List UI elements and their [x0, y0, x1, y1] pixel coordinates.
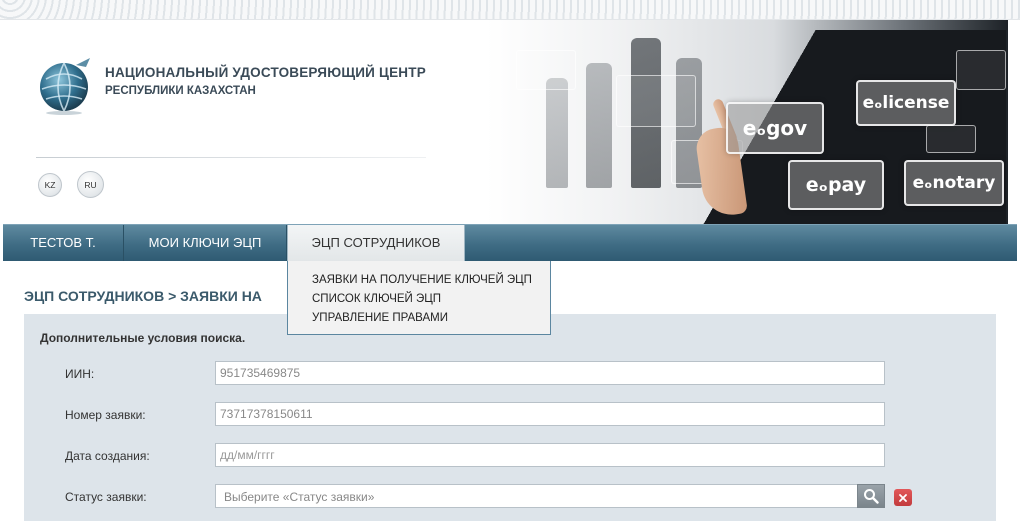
request-no-label: Номер заявки: — [65, 408, 146, 422]
search-icon — [864, 489, 879, 504]
created-date-input[interactable] — [215, 443, 885, 467]
status-search-button[interactable] — [857, 484, 885, 508]
main-nav: ТЕСТОВ Т. МОИ КЛЮЧИ ЭЦП ЭЦП СОТРУДНИКОВ — [3, 224, 1017, 262]
enotary-screen: eₒnotary — [904, 160, 1004, 206]
dropdown-item-key-list[interactable]: СПИСОК КЛЮЧЕЙ ЭЦП — [288, 290, 550, 309]
banner-panel — [956, 50, 1006, 90]
lang-ru-button[interactable]: RU — [77, 171, 104, 198]
created-date-label: Дата создания: — [65, 449, 150, 463]
org-subtitle: РЕСПУБЛИКИ КАЗАХСТАН — [105, 85, 256, 97]
header-divider — [36, 157, 426, 158]
dropdown-item-requests[interactable]: ЗАЯВКИ НА ПОЛУЧЕНИЕ КЛЮЧЕЙ ЭЦП — [288, 271, 550, 290]
panel-title: Дополнительные условия поиска. — [40, 331, 246, 345]
iin-input[interactable] — [215, 361, 885, 385]
request-no-input[interactable] — [215, 402, 885, 426]
epay-screen: eₒpay — [788, 160, 884, 210]
status-clear-button[interactable] — [894, 489, 912, 506]
banner-panel — [516, 50, 576, 90]
close-icon — [899, 493, 907, 502]
nav-user[interactable]: ТЕСТОВ Т. — [3, 225, 124, 261]
globe-logo-icon — [40, 58, 90, 115]
banner-person — [546, 78, 568, 188]
nav-staff-keys[interactable]: ЭЦП СОТРУДНИКОВ — [287, 225, 465, 262]
lang-kz-button[interactable]: KZ — [38, 173, 62, 197]
header: НАЦИОНАЛЬНЫЙ УДОСТОВЕРЯЮЩИЙ ЦЕНТР РЕСПУБ… — [3, 20, 1017, 224]
dropdown-item-rights[interactable]: УПРАВЛЕНИЕ ПРАВАМИ — [288, 309, 550, 328]
status-select[interactable]: Выберите «Статус заявки» — [215, 484, 885, 508]
status-label: Статус заявки: — [65, 490, 147, 504]
egov-banner: eₒgov eₒlicense eₒpay eₒnotary — [486, 20, 1008, 224]
staff-keys-dropdown: ЗАЯВКИ НА ПОЛУЧЕНИЕ КЛЮЧЕЙ ЭЦП СПИСОК КЛ… — [287, 261, 551, 335]
banner-panel — [616, 75, 696, 127]
banner-person — [586, 63, 612, 188]
iin-label: ИИН: — [65, 367, 95, 381]
egov-screen: eₒgov — [726, 102, 824, 154]
org-name: НАЦИОНАЛЬНЫЙ УДОСТОВЕРЯЮЩИЙ ЦЕНТР — [105, 65, 426, 80]
page-title: ЭЦП СОТРУДНИКОВ > ЗАЯВКИ НА — [24, 288, 262, 304]
status-placeholder: Выберите «Статус заявки» — [224, 490, 375, 504]
top-decorative-strip — [0, 0, 1020, 20]
elicense-screen: eₒlicense — [856, 80, 956, 126]
search-panel: Дополнительные условия поиска. ИИН: Номе… — [24, 314, 996, 521]
banner-panel — [926, 125, 976, 153]
nav-my-keys[interactable]: МОИ КЛЮЧИ ЭЦП — [124, 225, 287, 261]
